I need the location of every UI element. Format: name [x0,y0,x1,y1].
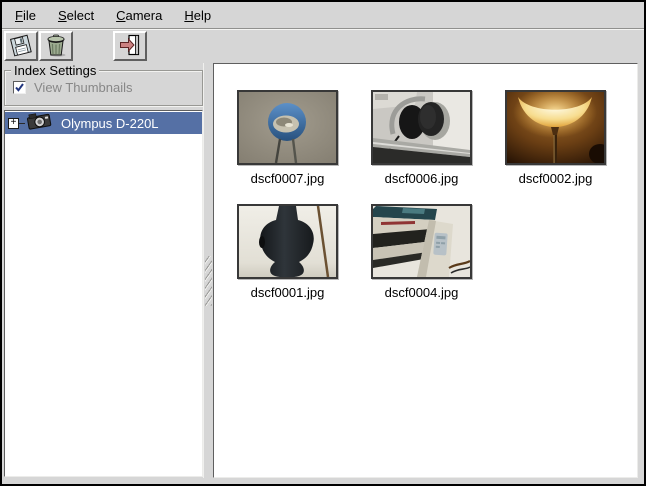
delete-button[interactable] [39,31,73,61]
floppy-disk-icon [8,32,34,61]
menu-file[interactable]: File [4,3,47,28]
view-thumbnails-label: View Thumbnails [34,80,133,95]
menu-help[interactable]: Help [173,3,222,28]
menu-camera[interactable]: Camera [105,3,173,28]
view-thumbnails-checkbox[interactable]: View Thumbnails [13,80,202,95]
checkbox-box [13,81,26,94]
thumbnail-filename: dscf0004.jpg [371,285,472,300]
camera-icon [26,111,52,135]
thumbnail-filename: dscf0002.jpg [505,171,606,186]
exit-door-icon [117,32,143,61]
toolbar [2,29,644,63]
printer-desk-photo [371,204,472,279]
thumbnail-item[interactable]: dscf0007.jpg [237,90,338,186]
tree-connector-line [19,123,25,124]
camera-tree: + Olympus D-220L [4,110,203,477]
thumbnail-item[interactable]: dscf0002.jpg [505,90,606,186]
menubar: File Select Camera Help [2,2,644,29]
tree-item-olympus-d220l[interactable]: + Olympus D-220L [5,112,202,134]
exit-button[interactable] [113,31,147,61]
menu-select[interactable]: Select [47,3,105,28]
thumbnail-filename: dscf0006.jpg [371,171,472,186]
main-area: Index Settings View Thumbnails + [2,63,644,478]
index-settings-label: Index Settings [11,63,99,78]
blue-capacitor-photo [237,90,338,165]
pane-splitter[interactable] [203,63,213,478]
splitter-grip-icon [205,256,212,306]
thumbnail-panel: dscf0007.jpg [213,63,638,478]
index-settings-frame: Index Settings View Thumbnails [4,70,203,106]
left-pane: Index Settings View Thumbnails + [4,63,203,478]
thumbnail-item[interactable]: dscf0004.jpg [371,204,472,300]
gtkam-window: File Select Camera Help [0,0,646,486]
expander-plus-icon[interactable]: + [8,118,19,129]
thumbnail-item[interactable]: dscf0001.jpg [237,204,338,300]
glowing-lamp-photo [505,90,606,165]
thumbnail-filename: dscf0001.jpg [237,285,338,300]
guitar-case-photo [237,204,338,279]
save-button[interactable] [4,31,38,61]
trash-icon [43,32,69,61]
check-icon [14,82,25,93]
headphones-photo [371,90,472,165]
thumbnail-filename: dscf0007.jpg [237,171,338,186]
thumbnail-item[interactable]: dscf0006.jpg [371,90,472,186]
tree-item-label: Olympus D-220L [61,116,159,131]
